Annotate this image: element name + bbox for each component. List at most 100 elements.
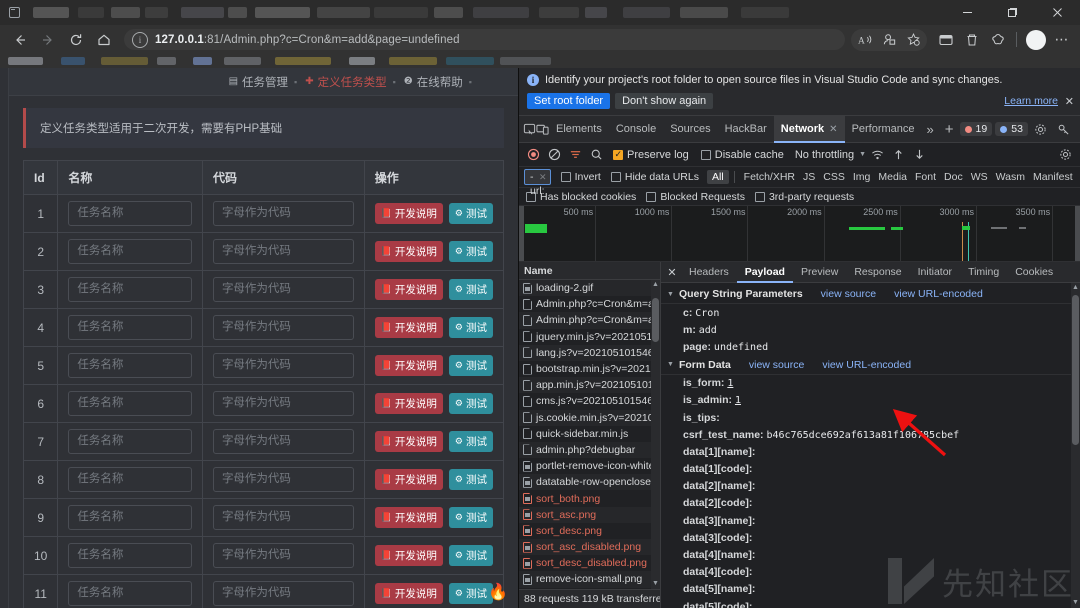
dev-doc-button[interactable]: 📕 开发说明: [375, 317, 443, 338]
browser-essentials-icon[interactable]: [985, 28, 1011, 52]
flame-icon[interactable]: 🔥: [488, 582, 508, 602]
set-root-folder-button[interactable]: Set root folder: [527, 93, 610, 109]
task-name-input[interactable]: 任务名称: [68, 277, 192, 302]
browser-tab-strip[interactable]: [28, 0, 945, 25]
profile-avatar[interactable]: [1026, 30, 1046, 50]
dev-doc-button[interactable]: 📕 开发说明: [375, 393, 443, 414]
test-button[interactable]: ⚙ 测试: [449, 431, 493, 452]
filter-type-css[interactable]: CSS: [819, 171, 849, 183]
task-name-input[interactable]: 任务名称: [68, 505, 192, 530]
maximize-icon[interactable]: [990, 0, 1035, 25]
payload-link-view-url-encoded[interactable]: view URL-encoded: [822, 359, 911, 371]
detail-tab-cookies[interactable]: Cookies: [1007, 262, 1061, 283]
devtools-tab-performance[interactable]: Performance: [845, 116, 922, 143]
browser-tab[interactable]: [145, 7, 168, 18]
filter-type-js[interactable]: JS: [799, 171, 819, 183]
task-name-input[interactable]: 任务名称: [68, 201, 192, 226]
third-party-requests-toggle[interactable]: 3rd-party requests: [755, 191, 854, 203]
request-row[interactable]: cms.js?v=20210510154610: [519, 393, 660, 409]
clear-icon[interactable]: [545, 145, 564, 164]
test-button[interactable]: ⚙ 测试: [449, 583, 493, 604]
payload-link-view-source[interactable]: view source: [821, 288, 876, 300]
payload-section-header[interactable]: ▼ Query String Parameters view source view …: [661, 285, 1080, 304]
filter-input[interactable]: -url: ✕: [524, 169, 551, 185]
bookmark-item[interactable]: [389, 57, 437, 65]
request-row[interactable]: sort_desc_disabled.png: [519, 555, 660, 571]
devtools-tab-network[interactable]: Network ✕: [774, 116, 845, 143]
disable-cache-toggle[interactable]: Disable cache: [701, 149, 784, 161]
test-button[interactable]: ⚙ 测试: [449, 469, 493, 490]
request-row[interactable]: sort_asc.png: [519, 507, 660, 523]
request-row[interactable]: syncfusion-icons.png: [519, 588, 660, 589]
invert-toggle[interactable]: Invert: [561, 171, 601, 183]
task-name-input[interactable]: 任务名称: [68, 429, 192, 454]
detail-tab-initiator[interactable]: Initiator: [910, 262, 960, 283]
devtools-tab-elements[interactable]: Elements: [549, 116, 609, 143]
read-aloud-icon[interactable]: A: [853, 29, 877, 51]
preserve-log-toggle[interactable]: Preserve log: [613, 149, 689, 161]
task-name-input[interactable]: 任务名称: [68, 315, 192, 340]
bookmark-item[interactable]: [157, 57, 176, 65]
filter-type-font[interactable]: Font: [911, 171, 940, 183]
test-button[interactable]: ⚙ 测试: [449, 355, 493, 376]
detail-tab-headers[interactable]: Headers: [681, 262, 737, 283]
test-button[interactable]: ⚙ 测试: [449, 507, 493, 528]
payload-link-view-source[interactable]: view source: [749, 359, 804, 371]
scroll-down-icon[interactable]: ▼: [1071, 598, 1080, 608]
filter-type-ws[interactable]: WS: [967, 171, 992, 183]
inspect-element-icon[interactable]: [523, 118, 536, 140]
bookmark-item[interactable]: [500, 57, 551, 65]
dev-doc-button[interactable]: 📕 开发说明: [375, 545, 443, 566]
task-code-input[interactable]: 字母作为代码: [213, 353, 354, 378]
test-button[interactable]: ⚙ 测试: [449, 393, 493, 414]
browser-tab[interactable]: [539, 7, 579, 18]
throttling-select[interactable]: No throttling ▼: [795, 149, 866, 161]
task-code-input[interactable]: 字母作为代码: [213, 315, 354, 340]
topnav-item-task-management[interactable]: ▤ 任务管理: [229, 74, 288, 90]
devtools-tab-hackbar[interactable]: HackBar: [718, 116, 774, 143]
dev-doc-button[interactable]: 📕 开发说明: [375, 355, 443, 376]
overview-right-handle[interactable]: [1075, 206, 1080, 262]
detail-tab-response[interactable]: Response: [846, 262, 909, 283]
filter-type-media[interactable]: Media: [874, 171, 911, 183]
request-row[interactable]: loading-2.gif: [519, 280, 660, 296]
dev-doc-button[interactable]: 📕 开发说明: [375, 583, 443, 604]
task-name-input[interactable]: 任务名称: [68, 353, 192, 378]
scroll-up-icon[interactable]: ▲: [1071, 283, 1080, 293]
device-toolbar-icon[interactable]: [536, 118, 549, 140]
request-row[interactable]: bootstrap.min.js?v=20210510: [519, 361, 660, 377]
network-overview-timeline[interactable]: 500 ms 1000 ms 1500 ms 2000 ms 2500 ms 3000 m…: [519, 206, 1080, 262]
bookmark-item[interactable]: [61, 57, 85, 65]
filter-type-img[interactable]: Img: [849, 171, 875, 183]
bookmark-item[interactable]: [446, 57, 494, 65]
request-row[interactable]: Admin.php?c=Cron&m=add&: [519, 296, 660, 312]
settings-more-icon[interactable]: ⋯: [1050, 28, 1074, 52]
request-row[interactable]: Admin.php?c=Cron&m=add&: [519, 312, 660, 328]
devtools-settings-icon[interactable]: [1031, 119, 1051, 139]
request-row[interactable]: js.cookie.min.js?v=202105101: [519, 410, 660, 426]
bookmark-item[interactable]: [8, 57, 43, 65]
close-notification-icon[interactable]: ✕: [1065, 95, 1074, 108]
reload-icon[interactable]: [62, 28, 90, 52]
info-count-badge[interactable]: 53: [995, 122, 1028, 136]
browser-tab[interactable]: [255, 7, 310, 18]
request-row[interactable]: sort_asc_disabled.png: [519, 539, 660, 555]
blocked-requests-toggle[interactable]: Blocked Requests: [646, 191, 745, 203]
record-icon[interactable]: [524, 145, 543, 164]
task-code-input[interactable]: 字母作为代码: [213, 543, 354, 568]
browser-tab[interactable]: [228, 7, 247, 18]
task-name-input[interactable]: 任务名称: [68, 543, 192, 568]
clear-filter-icon[interactable]: ✕: [539, 170, 547, 184]
request-list-scrollbar[interactable]: ▲ ▼: [651, 280, 660, 589]
trash-icon[interactable]: [959, 28, 985, 52]
bookmark-item[interactable]: [349, 57, 375, 65]
browser-tab[interactable]: [111, 7, 140, 18]
bookmark-item[interactable]: [101, 57, 148, 65]
topnav-item-define-task-type[interactable]: ✚ 定义任务类型: [305, 74, 386, 90]
request-row[interactable]: datatable-row-openclose.png: [519, 474, 660, 490]
close-tab-icon[interactable]: ✕: [829, 124, 837, 135]
topnav-item-online-help[interactable]: ❷ 在线帮助: [404, 74, 463, 90]
filter-type-doc[interactable]: Doc: [940, 171, 967, 183]
request-row[interactable]: remove-icon-small.png: [519, 571, 660, 587]
task-code-input[interactable]: 字母作为代码: [213, 581, 354, 606]
